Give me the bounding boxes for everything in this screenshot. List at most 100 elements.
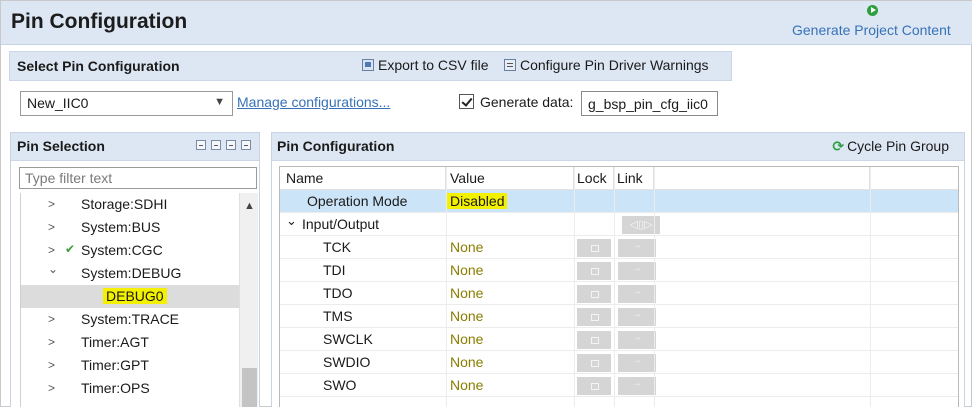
generate-project-content-link[interactable]: Generate Project Content xyxy=(792,22,951,38)
generate-data-checkbox[interactable] xyxy=(459,94,474,109)
pin-name: SWDIO xyxy=(323,354,371,370)
generate-data-input[interactable] xyxy=(581,91,718,116)
play-icon[interactable] xyxy=(867,5,878,16)
tree-item-label: Storage:SDHI xyxy=(81,196,168,212)
lock-icon[interactable] xyxy=(577,331,611,349)
column-separator xyxy=(446,167,447,407)
tree-item-label: System:TRACE xyxy=(81,311,180,327)
pin-name: SWO xyxy=(323,377,357,393)
pin-value[interactable]: None xyxy=(450,308,483,324)
pin-value[interactable]: None xyxy=(450,262,483,278)
chevron-down-icon[interactable]: ⌄ xyxy=(48,262,58,276)
tree-item-label: Timer:OPS xyxy=(81,380,150,396)
column-header-blank-2 xyxy=(870,167,958,190)
cycle-pin-group-button[interactable]: ⟳ Cycle Pin Group xyxy=(832,138,949,155)
column-header-link[interactable]: Link xyxy=(614,167,654,190)
pin-value[interactable]: None xyxy=(450,354,483,370)
tree-item-label: System:BUS xyxy=(81,219,161,235)
tree-item-storage-sdhi[interactable]: > Storage:SDHI xyxy=(21,193,240,216)
table-row-pin[interactable]: TDO None xyxy=(280,282,958,305)
pin-selection-panel: Pin Selection > Storage:SDHI > System:BU… xyxy=(10,132,260,407)
column-header-value[interactable]: Value xyxy=(446,167,574,190)
list-view-icon[interactable] xyxy=(196,140,206,150)
cycle-pin-group-label: Cycle Pin Group xyxy=(847,138,949,154)
lock-icon[interactable] xyxy=(577,308,611,326)
tree-item-label: System:DEBUG xyxy=(81,265,182,281)
tree-item-timer-gpt[interactable]: > Timer:GPT xyxy=(21,354,240,377)
filter-input[interactable] xyxy=(19,167,257,189)
chevron-right-icon[interactable]: > xyxy=(48,220,55,234)
export-csv-label: Export to CSV file xyxy=(378,57,489,73)
table-row-pin[interactable]: SWDIO None xyxy=(280,351,958,374)
pin-value[interactable]: None xyxy=(450,377,483,393)
pin-name: TMS xyxy=(323,308,353,324)
lock-icon[interactable] xyxy=(577,285,611,303)
tree-scrollbar[interactable]: ▲ xyxy=(239,193,258,407)
lock-icon[interactable] xyxy=(577,377,611,395)
table-row-pin[interactable]: TCK None xyxy=(280,236,958,259)
chevron-right-icon[interactable]: > xyxy=(48,312,55,326)
chevron-right-icon[interactable]: > xyxy=(48,358,55,372)
tree-item-system-bus[interactable]: > System:BUS xyxy=(21,216,240,239)
table-row-pin[interactable]: TMS None xyxy=(280,305,958,328)
table-row-input-output[interactable]: ⌄ Input/Output ◁▯▷ xyxy=(280,213,958,236)
operation-mode-name: Operation Mode xyxy=(307,193,408,209)
tree-item-timer-agt[interactable]: > Timer:AGT xyxy=(21,331,240,354)
tree-item-label: DEBUG0 xyxy=(103,288,167,304)
link-arrow-icon[interactable] xyxy=(618,331,656,349)
tree-item-label: Timer:GPT xyxy=(81,357,149,373)
link-arrow-icon[interactable] xyxy=(618,239,656,257)
collapse-all-icon[interactable] xyxy=(226,140,236,150)
link-arrow-icon[interactable] xyxy=(618,285,656,303)
page-title: Pin Configuration xyxy=(11,10,188,33)
column-separator xyxy=(654,167,655,407)
pin-configuration-panel: Pin Configuration ⟳ Cycle Pin Group Name … xyxy=(271,132,965,407)
sort-icon[interactable] xyxy=(241,140,251,150)
chevron-down-icon[interactable]: ⌄ xyxy=(286,213,297,229)
chevron-right-icon[interactable]: > xyxy=(48,243,55,257)
tree-item-system-trace[interactable]: > System:TRACE xyxy=(21,308,240,331)
table-row-pin[interactable]: TDI None xyxy=(280,259,958,282)
pin-selection-toolbar xyxy=(196,140,251,150)
select-config-header: Select Pin Configuration Export to CSV f… xyxy=(9,51,732,81)
title-bar: Pin Configuration Generate Project Conte… xyxy=(1,1,972,45)
tree-item-debug0[interactable]: DEBUG0 xyxy=(21,285,240,308)
config-select[interactable]: New_IIC0 ▼ xyxy=(20,91,233,116)
manage-configurations-link[interactable]: Manage configurations... xyxy=(237,94,390,110)
link-arrow-icon[interactable] xyxy=(618,354,656,372)
scrollbar-thumb[interactable] xyxy=(242,368,257,407)
pin-value[interactable]: None xyxy=(450,285,483,301)
tree-item-system-cgc[interactable]: > ✔ System:CGC xyxy=(21,239,240,262)
pin-name: TCK xyxy=(323,239,351,255)
pin-value[interactable]: None xyxy=(450,331,483,347)
tree-item-system-debug[interactable]: ⌄ System:DEBUG xyxy=(21,262,240,285)
list-icon xyxy=(504,59,516,71)
column-header-lock[interactable]: Lock xyxy=(574,167,614,190)
chevron-right-icon[interactable]: > xyxy=(48,335,55,349)
column-header-name[interactable]: Name xyxy=(280,167,446,190)
export-csv-button[interactable]: Export to CSV file xyxy=(362,57,489,73)
tree-item-label: System:CGC xyxy=(81,242,163,258)
operation-mode-value[interactable]: Disabled xyxy=(447,193,508,209)
configure-warnings-button[interactable]: Configure Pin Driver Warnings xyxy=(504,57,709,73)
check-icon: ✔ xyxy=(65,242,76,256)
link-arrow-icon[interactable] xyxy=(618,262,656,280)
chevron-right-icon[interactable]: > xyxy=(48,381,55,395)
chevron-down-icon: ▼ xyxy=(214,96,225,108)
expand-all-icon[interactable] xyxy=(211,140,221,150)
lock-icon[interactable] xyxy=(577,262,611,280)
generate-data-label: Generate data: xyxy=(480,94,574,110)
table-row-pin[interactable]: SWCLK None xyxy=(280,328,958,351)
lock-icon[interactable] xyxy=(577,354,611,372)
tree-item-timer-ops[interactable]: > Timer:OPS xyxy=(21,377,240,400)
chevron-up-icon[interactable]: ▲ xyxy=(244,200,255,212)
pin-value[interactable]: None xyxy=(450,239,483,255)
config-select-value: New_IIC0 xyxy=(27,95,89,111)
table-row-operation-mode[interactable]: Operation Mode Disabled xyxy=(280,190,958,213)
link-arrow-icon[interactable] xyxy=(618,377,656,395)
chevron-right-icon[interactable]: > xyxy=(48,197,55,211)
table-row-pin[interactable]: SWO None xyxy=(280,374,958,397)
pin-selection-title: Pin Selection xyxy=(17,138,105,154)
link-arrow-icon[interactable] xyxy=(618,308,656,326)
lock-icon[interactable] xyxy=(577,239,611,257)
